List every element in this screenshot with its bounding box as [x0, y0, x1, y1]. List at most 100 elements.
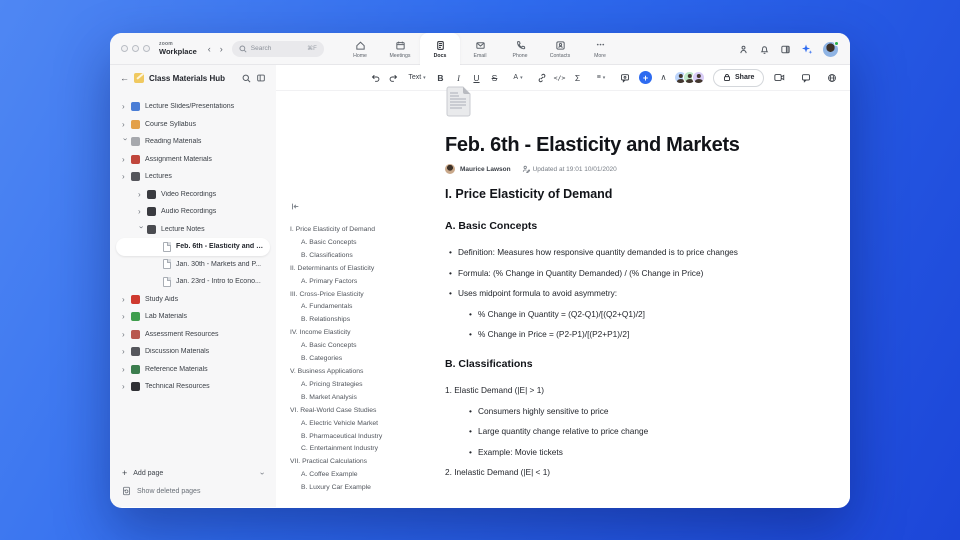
- sidebar-item[interactable]: › Audio Recordings: [116, 203, 270, 221]
- sidebar-item[interactable]: › Assessment Resources: [116, 326, 270, 344]
- chevron-right-icon[interactable]: ›: [122, 102, 131, 111]
- sidebar-item[interactable]: Jan. 23rd - Intro to Econo...: [116, 273, 270, 291]
- document-line[interactable]: Example: Movie tickets: [445, 447, 790, 457]
- document-line[interactable]: B. Classifications: [445, 358, 790, 370]
- toc-item[interactable]: B. Classifications: [290, 250, 440, 263]
- document-line[interactable]: % Change in Quantity = (Q2-Q1)/[(Q2+Q1)/…: [445, 309, 790, 319]
- tab-home[interactable]: Home: [340, 33, 380, 65]
- toc-item[interactable]: VI. Real-World Case Studies: [290, 405, 440, 418]
- sidebar-item[interactable]: › Lecture Notes: [116, 221, 270, 239]
- toc-item[interactable]: B. Categories: [290, 353, 440, 366]
- sidebar-panel-icon[interactable]: [256, 73, 266, 83]
- sidebar-item[interactable]: › Discussion Materials: [116, 343, 270, 361]
- toc-item[interactable]: A. Coffee Example: [290, 469, 440, 482]
- tab-meetings[interactable]: Meetings: [380, 33, 420, 65]
- document-line[interactable]: Uses midpoint formula to avoid asymmetry…: [445, 288, 790, 298]
- chevron-right-icon[interactable]: ›: [122, 295, 131, 304]
- profile-card-icon[interactable]: [738, 44, 749, 55]
- chevron-right-icon[interactable]: ›: [122, 312, 131, 321]
- toc-item[interactable]: B. Pharmaceutical Industry: [290, 431, 440, 444]
- document-line[interactable]: Formula: (% Change in Quantity Demanded)…: [445, 268, 790, 278]
- sidebar-item[interactable]: › Reading Materials: [116, 133, 270, 151]
- toc-item[interactable]: VII. Practical Calculations: [290, 456, 440, 469]
- side-panel-icon[interactable]: [780, 44, 791, 55]
- collapse-toc-icon[interactable]: [290, 198, 440, 216]
- language-globe-icon[interactable]: [824, 70, 839, 86]
- redo-button[interactable]: [386, 70, 401, 86]
- toc-item[interactable]: A. Primary Factors: [290, 276, 440, 289]
- sidebar-item[interactable]: › Course Syllabus: [116, 116, 270, 134]
- window-controls[interactable]: [121, 45, 150, 52]
- toc-item[interactable]: A. Fundamentals: [290, 301, 440, 314]
- chevron-right-icon[interactable]: ›: [122, 155, 131, 164]
- close-window-button[interactable]: [121, 45, 128, 52]
- document-line[interactable]: Consumers highly sensitive to price: [445, 406, 790, 416]
- document-line[interactable]: I. Price Elasticity of Demand: [445, 187, 790, 201]
- toc-item[interactable]: I. Price Elasticity of Demand: [290, 224, 440, 237]
- document-title[interactable]: Feb. 6th - Elasticity and Markets: [445, 133, 790, 157]
- chevron-right-icon[interactable]: ›: [122, 347, 131, 356]
- document-line[interactable]: Large quantity change relative to price …: [445, 426, 790, 436]
- chevron-right-icon[interactable]: ›: [138, 190, 147, 199]
- toc-item[interactable]: A. Pricing Strategies: [290, 379, 440, 392]
- chevron-right-icon[interactable]: ›: [122, 382, 131, 391]
- search-input[interactable]: Search ⌘F: [231, 40, 324, 57]
- document-line[interactable]: % Change in Price = (P2-P1)/[(P2+P1)/2]: [445, 329, 790, 339]
- chevron-right-icon[interactable]: ›: [122, 365, 131, 374]
- document-line[interactable]: A. Basic Concepts: [445, 220, 790, 232]
- chevron-right-icon[interactable]: ›: [122, 330, 131, 339]
- add-page-chevron-icon[interactable]: ›: [258, 472, 267, 475]
- tab-contacts[interactable]: Contacts: [540, 33, 580, 65]
- toc-item[interactable]: B. Market Analysis: [290, 392, 440, 405]
- toc-item[interactable]: A. Electric Vehicle Market: [290, 418, 440, 431]
- toc-item[interactable]: V. Business Applications: [290, 366, 440, 379]
- sidebar-item[interactable]: Jan. 30th - Markets and P...: [116, 256, 270, 274]
- sidebar-item[interactable]: › Lectures: [116, 168, 270, 186]
- tab-email[interactable]: Email: [460, 33, 500, 65]
- toc-item[interactable]: A. Basic Concepts: [290, 237, 440, 250]
- ai-companion-icon[interactable]: [801, 43, 813, 55]
- chat-button[interactable]: [798, 70, 813, 86]
- tab-more[interactable]: More: [580, 33, 620, 65]
- sidebar-search-icon[interactable]: [242, 74, 251, 83]
- toc-item[interactable]: A. Basic Concepts: [290, 340, 440, 353]
- chevron-right-icon[interactable]: ›: [138, 207, 147, 216]
- document-canvas[interactable]: Feb. 6th - Elasticity and Markets Mauric…: [445, 65, 790, 488]
- user-avatar[interactable]: [823, 40, 839, 57]
- sidebar-item[interactable]: › Video Recordings: [116, 186, 270, 204]
- chevron-right-icon[interactable]: ›: [121, 138, 130, 147]
- text-style-dropdown[interactable]: Text ▾: [404, 70, 430, 86]
- sidebar-item[interactable]: › Reference Materials: [116, 361, 270, 379]
- minimize-window-button[interactable]: [132, 45, 139, 52]
- chevron-right-icon[interactable]: ›: [122, 172, 131, 181]
- sidebar-item[interactable]: Feb. 6th - Elasticity and M...: [116, 238, 270, 256]
- toc-item[interactable]: II. Determinants of Elasticity: [290, 263, 440, 276]
- sidebar-item[interactable]: › Lab Materials: [116, 308, 270, 326]
- toc-item[interactable]: B. Relationships: [290, 314, 440, 327]
- chevron-right-icon[interactable]: ›: [137, 226, 146, 235]
- nav-forward-button[interactable]: ›: [220, 44, 223, 54]
- nav-back-button[interactable]: ‹: [208, 44, 211, 54]
- sidebar-item[interactable]: › Assignment Materials: [116, 151, 270, 169]
- toc-item[interactable]: B. Luxury Car Example: [290, 482, 440, 495]
- tab-docs[interactable]: Docs: [420, 33, 460, 66]
- sidebar-item[interactable]: › Technical Resources: [116, 378, 270, 396]
- undo-button[interactable]: [368, 70, 383, 86]
- sidebar-item-label: Study Aids: [145, 295, 179, 303]
- toc-item[interactable]: C. Entertainment Industry: [290, 443, 440, 456]
- toc-item[interactable]: IV. Income Elasticity: [290, 327, 440, 340]
- notifications-bell-icon[interactable]: [759, 44, 770, 55]
- document-line[interactable]: Definition: Measures how responsive quan…: [445, 247, 790, 257]
- folder-icon: [131, 294, 140, 304]
- maximize-window-button[interactable]: [143, 45, 150, 52]
- sidebar-item[interactable]: › Lecture Slides/Presentations: [116, 98, 270, 116]
- document-line[interactable]: 1. Elastic Demand (|E| > 1): [445, 385, 790, 395]
- chevron-right-icon[interactable]: ›: [122, 120, 131, 129]
- add-page-button[interactable]: + Add page ›: [110, 464, 276, 482]
- show-deleted-pages-button[interactable]: Show deleted pages: [110, 482, 276, 500]
- sidebar-item[interactable]: › Study Aids: [116, 291, 270, 309]
- tab-phone[interactable]: Phone: [500, 33, 540, 65]
- sidebar-back-button[interactable]: ←: [120, 73, 129, 83]
- toc-item[interactable]: III. Cross-Price Elasticity: [290, 289, 440, 302]
- document-line[interactable]: 2. Inelastic Demand (|E| < 1): [445, 467, 790, 477]
